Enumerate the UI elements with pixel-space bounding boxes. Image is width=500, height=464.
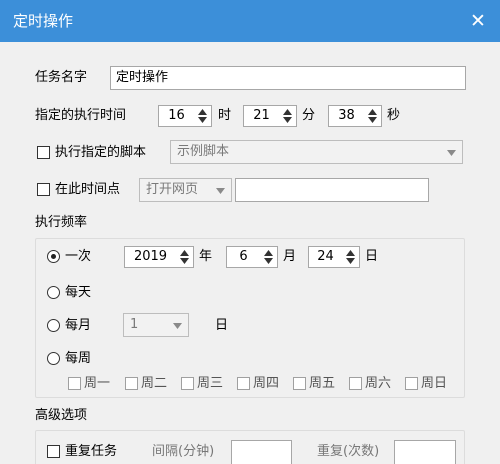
task-name-label: 任务名字 xyxy=(35,70,88,85)
spin-down-icon[interactable] xyxy=(262,257,275,266)
weekday-checkbox-sat[interactable] xyxy=(349,377,362,390)
hour-unit: 时 xyxy=(218,108,232,123)
spin-down-icon[interactable] xyxy=(344,257,357,266)
chevron-down-icon xyxy=(447,150,456,156)
day-spinner[interactable]: 24 xyxy=(308,246,360,268)
weekday-label-fri: 周五 xyxy=(309,376,336,391)
weekday-label-tue: 周二 xyxy=(141,376,168,391)
daily-radio[interactable] xyxy=(47,286,60,299)
weekly-label: 每周 xyxy=(65,351,92,366)
minute-spinner[interactable]: 21 xyxy=(243,105,297,127)
time-point-action-value: 打开网页 xyxy=(146,182,199,197)
second-unit: 秒 xyxy=(387,108,401,123)
year-value: 2019 xyxy=(133,249,168,264)
monthly-day-value: 1 xyxy=(130,317,139,332)
weekday-checkbox-mon[interactable] xyxy=(68,377,81,390)
script-select[interactable]: 示例脚本 xyxy=(170,140,463,164)
spin-up-icon[interactable] xyxy=(344,248,357,257)
spin-up-icon[interactable] xyxy=(366,107,379,116)
spin-up-icon[interactable] xyxy=(196,107,209,116)
weekday-label-sat: 周六 xyxy=(365,376,392,391)
repeat-count-input[interactable] xyxy=(394,440,456,464)
hour-spinner[interactable]: 16 xyxy=(158,105,212,127)
monthly-day-select[interactable]: 1 xyxy=(123,313,189,337)
once-label: 一次 xyxy=(65,249,92,264)
time-point-checkbox[interactable] xyxy=(37,183,50,196)
second-value: 38 xyxy=(338,108,355,123)
weekday-label-wed: 周三 xyxy=(197,376,224,391)
year-spinner[interactable]: 2019 xyxy=(124,246,194,268)
interval-label: 间隔(分钟) xyxy=(152,444,215,459)
time-point-checkbox-label: 在此时间点 xyxy=(55,182,121,197)
script-select-value: 示例脚本 xyxy=(177,144,230,159)
spin-down-icon[interactable] xyxy=(366,116,379,125)
year-unit: 年 xyxy=(199,249,213,264)
repeat-count-label: 重复(次数) xyxy=(317,444,380,459)
repeat-task-checkbox[interactable] xyxy=(47,445,60,458)
script-checkbox[interactable] xyxy=(37,146,50,159)
chevron-down-icon xyxy=(173,323,182,329)
weekday-checkbox-tue[interactable] xyxy=(125,377,138,390)
close-icon[interactable]: ✕ xyxy=(465,8,491,34)
day-value: 24 xyxy=(317,249,334,264)
chevron-down-icon xyxy=(216,188,225,194)
weekday-checkbox-thu[interactable] xyxy=(237,377,250,390)
hour-value: 16 xyxy=(168,108,185,123)
spin-down-icon[interactable] xyxy=(178,257,191,266)
weekday-checkbox-fri[interactable] xyxy=(293,377,306,390)
spin-up-icon[interactable] xyxy=(178,248,191,257)
monthly-day-unit: 日 xyxy=(215,318,229,333)
exec-time-label: 指定的执行时间 xyxy=(35,108,127,123)
month-unit: 月 xyxy=(283,249,297,264)
time-point-action-select[interactable]: 打开网页 xyxy=(139,178,232,202)
weekday-checkbox-sun[interactable] xyxy=(405,377,418,390)
spin-down-icon[interactable] xyxy=(281,116,294,125)
spin-down-icon[interactable] xyxy=(196,116,209,125)
frequency-title: 执行频率 xyxy=(35,215,88,230)
minute-value: 21 xyxy=(253,108,270,123)
month-spinner[interactable]: 6 xyxy=(226,246,278,268)
spin-up-icon[interactable] xyxy=(262,248,275,257)
script-checkbox-label: 执行指定的脚本 xyxy=(55,145,147,160)
daily-label: 每天 xyxy=(65,285,92,300)
weekday-label-mon: 周一 xyxy=(84,376,111,391)
repeat-task-label: 重复任务 xyxy=(65,444,118,459)
month-value: 6 xyxy=(239,249,248,264)
task-name-input[interactable]: 定时操作 xyxy=(110,66,466,90)
weekday-label-thu: 周四 xyxy=(253,376,280,391)
minute-unit: 分 xyxy=(302,108,316,123)
day-unit: 日 xyxy=(365,249,379,264)
weekday-label-sun: 周日 xyxy=(421,376,448,391)
monthly-label: 每月 xyxy=(65,318,92,333)
interval-input[interactable] xyxy=(231,440,292,464)
weekly-radio[interactable] xyxy=(47,352,60,365)
spin-up-icon[interactable] xyxy=(281,107,294,116)
advanced-title: 高级选项 xyxy=(35,408,88,423)
once-radio[interactable] xyxy=(47,250,60,263)
second-spinner[interactable]: 38 xyxy=(328,105,382,127)
title-bar: 定时操作 ✕ xyxy=(0,0,500,42)
window-title: 定时操作 xyxy=(13,12,74,30)
url-input[interactable] xyxy=(235,178,429,202)
monthly-radio[interactable] xyxy=(47,319,60,332)
weekday-checkbox-wed[interactable] xyxy=(181,377,194,390)
